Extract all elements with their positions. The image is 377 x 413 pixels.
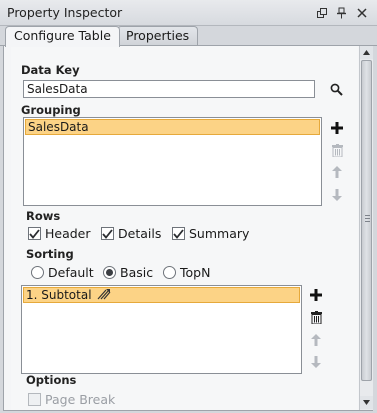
summary-checkbox[interactable]: Summary xyxy=(172,226,249,241)
sort-default-radio[interactable]: Default xyxy=(31,265,94,280)
move-down-icon xyxy=(308,354,324,370)
checkbox-box xyxy=(28,393,41,406)
radio-circle xyxy=(163,266,176,279)
data-key-field[interactable]: SalesData xyxy=(23,80,315,98)
checkmark-icon xyxy=(172,227,185,240)
details-checkbox-label: Details xyxy=(118,226,162,241)
sort-basic-label: Basic xyxy=(120,265,154,280)
checkmark-icon xyxy=(28,227,41,240)
list-item[interactable]: 1. Subtotal xyxy=(23,287,300,303)
page-break-label: Page Break xyxy=(45,392,116,407)
details-checkbox[interactable]: Details xyxy=(101,226,161,241)
grip-line xyxy=(365,221,370,222)
move-up-icon xyxy=(308,332,324,348)
sort-basic-radio[interactable]: Basic xyxy=(103,265,153,280)
grip-line xyxy=(365,218,370,219)
sorting-list[interactable]: 1. Subtotal xyxy=(21,285,302,374)
grouping-list[interactable]: SalesData xyxy=(23,117,322,206)
list-item[interactable]: SalesData xyxy=(25,119,320,135)
tab-properties[interactable]: Properties xyxy=(117,26,199,46)
radio-circle xyxy=(31,266,44,279)
delete-icon xyxy=(329,142,345,158)
panel-content: Data Key SalesData Grouping SalesData Ro… xyxy=(11,46,358,410)
title-bar: Property Inspector xyxy=(0,0,377,26)
summary-checkbox-label: Summary xyxy=(189,226,250,241)
close-icon[interactable] xyxy=(355,6,369,20)
sort-default-label: Default xyxy=(48,265,94,280)
sort-ascending-icon[interactable] xyxy=(97,288,111,303)
restore-icon[interactable] xyxy=(315,6,329,20)
scroll-up-icon[interactable] xyxy=(360,46,373,59)
pin-icon[interactable] xyxy=(334,6,348,20)
grouping-label: Grouping xyxy=(21,103,81,117)
options-label: Options xyxy=(26,373,77,387)
configure-table-panel: Data Key SalesData Grouping SalesData Ro… xyxy=(3,45,373,411)
rows-label: Rows xyxy=(26,209,61,223)
radio-circle xyxy=(103,266,116,279)
sorting-label: Sorting xyxy=(26,247,74,261)
header-checkbox[interactable]: Header xyxy=(28,226,91,241)
tab-strip: Configure Table Properties xyxy=(0,26,377,47)
vertical-scrollbar[interactable] xyxy=(359,46,373,410)
add-icon[interactable] xyxy=(308,287,324,303)
scroll-down-icon[interactable] xyxy=(360,396,373,409)
sort-item-label: 1. Subtotal xyxy=(26,288,92,302)
move-up-icon xyxy=(329,164,345,180)
add-icon[interactable] xyxy=(329,120,345,136)
tab-configure-table[interactable]: Configure Table xyxy=(5,26,120,47)
search-icon[interactable] xyxy=(328,81,344,97)
scrollbar-thumb[interactable] xyxy=(361,60,372,381)
data-key-label: Data Key xyxy=(21,63,80,77)
sort-topn-label: TopN xyxy=(180,265,211,280)
header-checkbox-label: Header xyxy=(45,226,91,241)
sort-topn-radio[interactable]: TopN xyxy=(163,265,210,280)
delete-icon[interactable] xyxy=(308,309,324,325)
radio-dot xyxy=(106,269,113,276)
window-title: Property Inspector xyxy=(7,5,123,20)
grip-line xyxy=(365,215,370,216)
page-break-checkbox[interactable]: Page Break xyxy=(28,392,115,407)
move-down-icon xyxy=(329,187,345,203)
checkmark-icon xyxy=(101,227,114,240)
